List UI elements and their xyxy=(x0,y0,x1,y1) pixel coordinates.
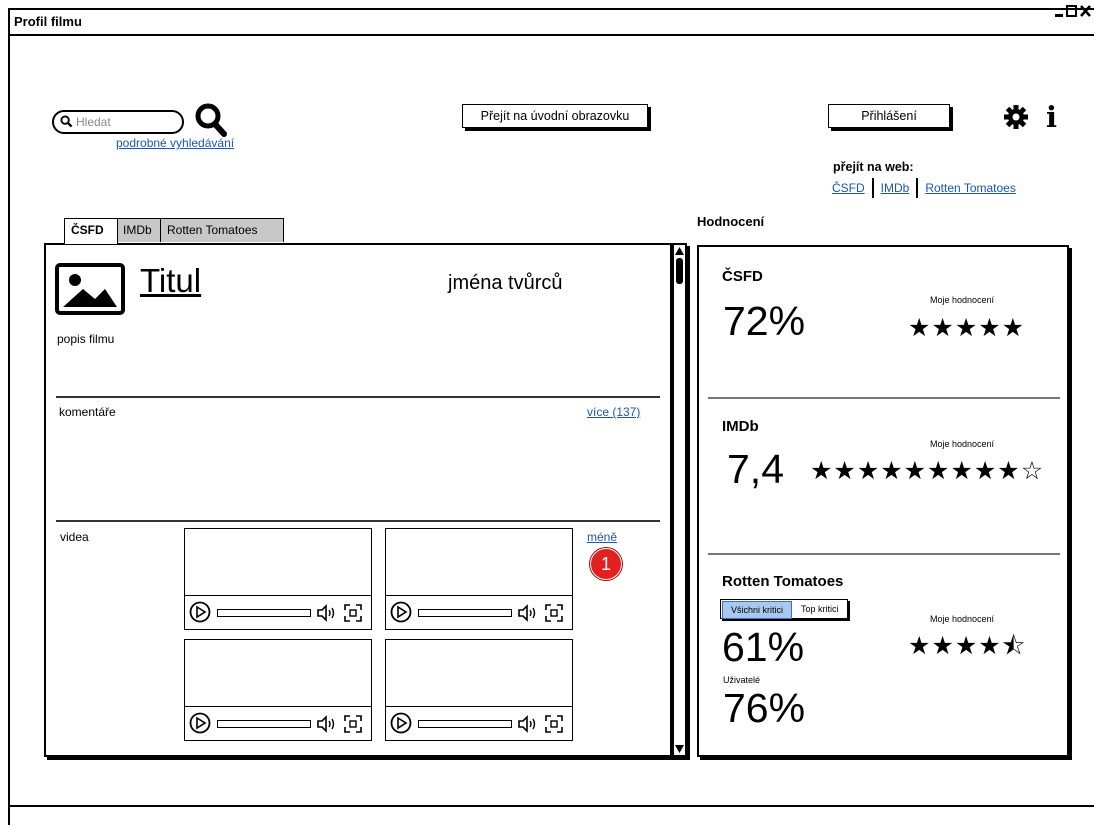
search-icon xyxy=(60,115,73,128)
fullscreen-icon[interactable] xyxy=(343,603,363,623)
volume-icon[interactable] xyxy=(517,714,539,734)
fullscreen-icon[interactable] xyxy=(343,714,363,734)
bottom-border xyxy=(8,805,1094,807)
search-box[interactable] xyxy=(52,110,184,134)
imdb-score: 7,4 xyxy=(727,446,784,492)
source-tabs: ČSFD IMDb Rotten Tomatoes xyxy=(64,218,304,244)
divider xyxy=(871,178,874,198)
ratings-heading: Hodnocení xyxy=(697,214,765,229)
rt-critics-score: 61% xyxy=(722,624,805,670)
divider xyxy=(916,178,919,198)
tab-rotten-tomatoes[interactable]: Rotten Tomatoes xyxy=(160,218,284,242)
divider xyxy=(56,396,660,398)
imdb-my-rating-label: Moje hodnocení xyxy=(930,439,995,449)
window-controls[interactable] xyxy=(1055,3,1094,23)
comments-more-link[interactable]: více (137) xyxy=(587,405,640,419)
web-links: ČSFD IMDb Rotten Tomatoes xyxy=(832,178,1016,198)
search-input[interactable] xyxy=(76,112,176,132)
rt-critics-toggle[interactable]: Všichni kritici Top kritici xyxy=(720,599,848,619)
web-link-imdb[interactable]: IMDb xyxy=(881,181,910,195)
divider xyxy=(708,553,1060,555)
video-player[interactable] xyxy=(385,528,573,630)
window-controls-icon[interactable] xyxy=(1055,3,1094,19)
tab-imdb[interactable]: IMDb xyxy=(116,218,162,242)
fullscreen-icon[interactable] xyxy=(544,714,564,734)
search-button-icon[interactable] xyxy=(194,102,228,138)
title-bar: Profil filmu xyxy=(8,8,1094,36)
divider xyxy=(708,397,1060,399)
toggle-all-critics[interactable]: Všichni kritici xyxy=(722,601,793,619)
comments-label: komentáře xyxy=(59,405,116,419)
play-icon[interactable] xyxy=(189,712,211,734)
toggle-top-critics[interactable]: Top kritici xyxy=(793,600,847,618)
gear-icon[interactable] xyxy=(1003,104,1029,130)
video-seek-bar[interactable] xyxy=(418,720,512,728)
rt-my-rating-stars[interactable]: ★★★★⯪ xyxy=(908,634,1026,659)
scroll-thumb[interactable] xyxy=(676,258,683,284)
scroll-up-icon[interactable] xyxy=(675,247,684,255)
csfd-my-rating-stars[interactable]: ★★★★★ xyxy=(908,316,1025,341)
rt-users-score: 76% xyxy=(723,685,806,731)
film-creators: jména tvůrců xyxy=(448,272,563,294)
video-controls xyxy=(386,595,572,629)
divider xyxy=(56,520,660,522)
videos-label: videa xyxy=(60,530,89,544)
play-icon[interactable] xyxy=(390,712,412,734)
imdb-my-rating-stars[interactable]: ★★★★★★★★★☆ xyxy=(810,459,1044,484)
video-seek-bar[interactable] xyxy=(418,609,512,617)
rt-rating-name: Rotten Tomatoes xyxy=(722,573,844,590)
fullscreen-icon[interactable] xyxy=(544,603,564,623)
video-controls xyxy=(185,706,371,740)
info-icon[interactable]: i xyxy=(1046,100,1057,134)
rt-my-rating-label: Moje hodnocení xyxy=(930,614,995,624)
video-player[interactable] xyxy=(184,639,372,741)
imdb-rating-name: IMDb xyxy=(722,418,759,435)
film-title[interactable]: Titul xyxy=(140,262,201,300)
videos-less-link[interactable]: méně xyxy=(587,530,617,544)
video-controls xyxy=(386,706,572,740)
csfd-score: 72% xyxy=(723,298,806,344)
home-screen-button[interactable]: Přejít na úvodní obrazovku xyxy=(462,104,648,128)
image-icon xyxy=(55,263,125,315)
web-link-rotten-tomatoes[interactable]: Rotten Tomatoes xyxy=(925,181,1016,195)
window-title: Profil filmu xyxy=(14,14,82,29)
web-links-label: přejít na web: xyxy=(833,160,914,174)
play-icon[interactable] xyxy=(390,601,412,623)
csfd-rating-name: ČSFD xyxy=(722,268,763,285)
film-description: popis filmu xyxy=(57,332,115,346)
video-player[interactable] xyxy=(385,639,573,741)
volume-icon[interactable] xyxy=(316,603,338,623)
csfd-my-rating-label: Moje hodnocení xyxy=(930,295,995,305)
scrollbar[interactable] xyxy=(672,243,687,757)
web-link-csfd[interactable]: ČSFD xyxy=(832,181,865,195)
rt-users-label: Uživatelé xyxy=(723,675,761,685)
video-controls xyxy=(185,595,371,629)
scroll-down-icon[interactable] xyxy=(675,745,684,753)
advanced-search-link[interactable]: podrobné vyhledávání xyxy=(116,136,234,150)
video-player[interactable] xyxy=(184,528,372,630)
volume-icon[interactable] xyxy=(316,714,338,734)
volume-icon[interactable] xyxy=(517,603,539,623)
video-seek-bar[interactable] xyxy=(217,609,311,617)
login-button[interactable]: Přihlášení xyxy=(828,104,950,128)
play-icon[interactable] xyxy=(189,601,211,623)
notification-badge: 1 xyxy=(590,548,622,580)
tab-csfd[interactable]: ČSFD xyxy=(64,218,118,244)
video-seek-bar[interactable] xyxy=(217,720,311,728)
